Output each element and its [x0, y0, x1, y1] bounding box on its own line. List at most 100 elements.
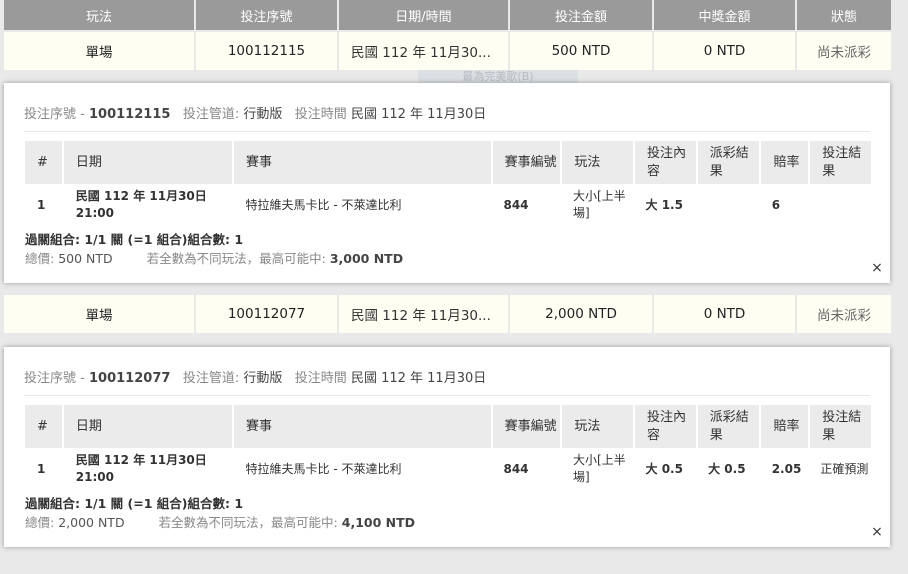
cell-date-hour: 21:00	[75, 206, 114, 220]
col-no: #	[25, 405, 62, 448]
header-play: 玩法	[4, 0, 194, 30]
bet-status: 尚未派彩	[797, 32, 891, 70]
detail-table: # 日期 賽事 賽事編號 玩法 投注內容 派彩結果 賠率 投注結果 1 民國 1…	[25, 141, 871, 226]
bet-row[interactable]: 單場 100112115 民國 112 年 11月30... 500 NTD 0…	[4, 32, 891, 70]
time-label: 投注時間	[294, 107, 347, 122]
bet-detail-info: 投注序號 - 100112115 投注管道: 行動版 投注時間 民國 112 年…	[24, 103, 486, 122]
time-value: 民國 112 年 11月30日	[350, 371, 487, 386]
header-serial: 投注序號	[196, 0, 337, 30]
divider	[24, 395, 870, 396]
cell-event-no: 844	[503, 197, 529, 212]
detail-row: 1 民國 112 年 11月30日 21:00 特拉維夫馬卡比 - 不萊達比利 8…	[25, 184, 871, 226]
bet-detail-info: 投注序號 - 100112077 投注管道: 行動版 投注時間 民國 112 年…	[24, 367, 486, 386]
max-win-value: 3,000 NTD	[329, 251, 404, 266]
bet-status: 尚未派彩	[797, 295, 891, 333]
serial-label: 投注序號	[24, 371, 77, 386]
serial-dash: -	[80, 107, 85, 122]
bet-detail-panel: 投注序號 - 100112115 投注管道: 行動版 投注時間 民國 112 年…	[4, 83, 890, 283]
header-win: 中獎金額	[654, 0, 795, 30]
bet-row[interactable]: 單場 100112077 民國 112 年 11月30... 2,000 NTD…	[4, 295, 891, 333]
header-amount: 投注金額	[510, 0, 652, 30]
col-payout-result: 派彩結果	[697, 405, 760, 448]
cell-date: 民國 112 年 11月30日 21:00	[64, 184, 232, 226]
serial-value: 100112115	[89, 107, 171, 122]
close-icon[interactable]: ×	[868, 259, 886, 277]
serial-value: 100112077	[89, 371, 171, 386]
total-value: 2,000 NTD	[58, 515, 125, 530]
bet-serial: 100112115	[196, 32, 337, 70]
combo-summary: 過關組合: 1/1 關 (=1 組合)組合數: 1	[25, 232, 244, 247]
col-date: 日期	[63, 141, 232, 184]
cell-odds: 6	[771, 197, 781, 212]
bet-time: 民國 112 年 11月30...	[339, 32, 508, 70]
max-win-label: 若全數為不同玩法，最高可能中:	[146, 251, 326, 266]
channel-label: 投注管道:	[182, 371, 240, 386]
total-summary: 總價: 500 NTD 若全數為不同玩法，最高可能中: 3,000 NTD	[25, 248, 403, 267]
col-play: 玩法	[562, 141, 633, 184]
cell-bet-result: 正確預測	[820, 461, 869, 476]
col-bet-result: 投注結果	[810, 141, 871, 184]
detail-table: # 日期 賽事 賽事編號 玩法 投注內容 派彩結果 賠率 投注結果 1 民國 1…	[25, 405, 871, 490]
cell-play: 大小[上半場]	[573, 453, 626, 484]
col-bet-content: 投注內容	[635, 405, 696, 448]
bet-play: 單場	[4, 32, 194, 70]
header-status: 狀態	[797, 0, 891, 30]
serial-label: 投注序號	[24, 107, 77, 122]
total-summary: 總價: 2,000 NTD 若全數為不同玩法，最高可能中: 4,100 NTD	[25, 512, 415, 531]
col-date: 日期	[63, 405, 232, 448]
cell-play: 大小[上半場]	[573, 189, 626, 220]
cell-odds: 2.05	[771, 461, 802, 476]
combo-summary: 過關組合: 1/1 關 (=1 組合)組合數: 1	[25, 496, 244, 511]
cell-date-day: 民國 112 年 11月30日	[75, 453, 207, 467]
bet-win: 0 NTD	[654, 295, 795, 333]
total-label: 總價:	[25, 515, 55, 530]
cell-date-hour: 21:00	[75, 470, 114, 484]
col-play: 玩法	[562, 405, 633, 448]
cell-payout-result: 大 0.5	[708, 461, 746, 476]
detail-table-header: # 日期 賽事 賽事編號 玩法 投注內容 派彩結果 賠率 投注結果	[25, 141, 871, 184]
cell-bet-content: 大 1.5	[645, 197, 683, 212]
total-label: 總價:	[25, 251, 55, 266]
col-bet-result: 投注結果	[810, 405, 871, 448]
max-win-label: 若全數為不同玩法，最高可能中:	[158, 515, 338, 530]
cell-payout-result	[696, 184, 758, 226]
bet-win: 0 NTD	[654, 32, 795, 70]
ghost-tooltip-text: 最為完美歌(B)	[418, 70, 578, 84]
bet-time: 民國 112 年 11月30...	[339, 295, 508, 333]
cell-bet-result	[808, 184, 869, 226]
bet-detail-panel: 投注序號 - 100112077 投注管道: 行動版 投注時間 民國 112 年…	[4, 347, 890, 547]
time-label: 投注時間	[294, 371, 347, 386]
col-odds: 賠率	[761, 405, 809, 448]
col-event: 賽事	[234, 405, 491, 448]
bet-amount: 500 NTD	[510, 32, 652, 70]
col-no: #	[25, 141, 62, 184]
bets-table-header: 玩法 投注序號 日期/時間 投注金額 中獎金額 狀態	[4, 0, 891, 30]
cell-event-no: 844	[503, 461, 529, 476]
time-value: 民國 112 年 11月30日	[350, 107, 487, 122]
cell-date-day: 民國 112 年 11月30日	[75, 189, 207, 203]
col-event-no: 賽事編號	[492, 405, 561, 448]
cell-no: 1	[37, 461, 46, 476]
cell-date: 民國 112 年 11月30日 21:00	[64, 448, 232, 490]
bet-serial: 100112077	[196, 295, 337, 333]
channel-value: 行動版	[243, 371, 283, 386]
serial-dash: -	[80, 371, 85, 386]
channel-value: 行動版	[243, 107, 283, 122]
cell-event: 特拉維夫馬卡比 - 不萊達比利	[245, 197, 402, 212]
total-value: 500 NTD	[58, 251, 113, 266]
cell-no: 1	[37, 197, 46, 212]
col-event-no: 賽事編號	[492, 141, 561, 184]
col-event: 賽事	[234, 141, 491, 184]
max-win-value: 4,100 NTD	[341, 515, 416, 530]
bet-play: 單場	[4, 295, 194, 333]
col-odds: 賠率	[761, 141, 809, 184]
header-datetime: 日期/時間	[339, 0, 508, 30]
close-icon[interactable]: ×	[868, 523, 886, 541]
detail-row: 1 民國 112 年 11月30日 21:00 特拉維夫馬卡比 - 不萊達比利 8…	[25, 448, 871, 490]
channel-label: 投注管道:	[182, 107, 240, 122]
cell-bet-content: 大 0.5	[645, 461, 683, 476]
divider	[24, 131, 870, 132]
col-bet-content: 投注內容	[635, 141, 696, 184]
bet-amount: 2,000 NTD	[510, 295, 652, 333]
col-payout-result: 派彩結果	[697, 141, 760, 184]
